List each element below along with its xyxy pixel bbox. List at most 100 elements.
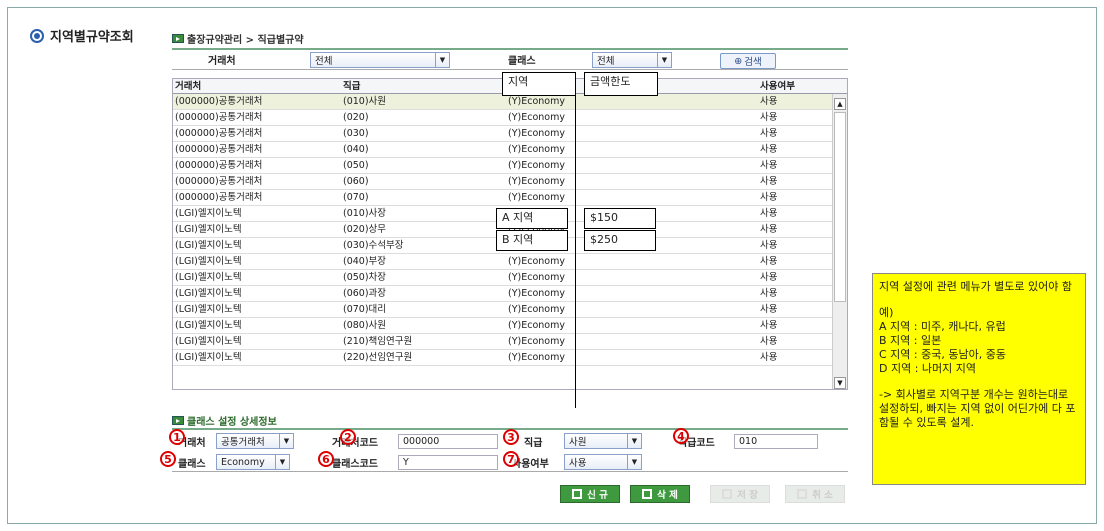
column-header-client[interactable]: 거래처	[173, 79, 341, 94]
marker-4: 4	[673, 428, 689, 444]
cell-limit	[674, 270, 758, 285]
table-row[interactable]: (000000)공통거래처 (010)사원 (Y)Economy 사용	[173, 94, 847, 110]
detail-client-select[interactable]: 공통거래처 ▼	[216, 433, 294, 449]
table-row[interactable]: (000000)공통거래처 (050) (Y)Economy 사용	[173, 158, 847, 174]
delete-button[interactable]: 삭 제	[630, 485, 690, 503]
table-row[interactable]: (000000)공통거래처 (070) (Y)Economy 사용	[173, 190, 847, 206]
table-row[interactable]: (LGI)엘지이노텍 (210)책임연구원 (Y)Economy 사용	[173, 334, 847, 350]
cell-rank: (020)상무	[343, 224, 387, 235]
detail-class-value: Economy	[221, 456, 265, 468]
new-button[interactable]: 신 규	[560, 485, 620, 503]
cell-class: (Y)Economy	[508, 192, 565, 203]
filter-client-select[interactable]: 전체 ▼	[310, 51, 450, 68]
cell-limit	[674, 238, 758, 253]
cancel-button[interactable]: 취 소	[785, 485, 845, 503]
cell-class: (Y)Economy	[508, 128, 565, 139]
marker-7: 7	[503, 451, 519, 467]
cell-client: (LGI)엘지이노텍	[175, 320, 242, 331]
cell-rank: (070)	[343, 192, 369, 203]
detail-class-code-input[interactable]: Y	[398, 454, 498, 470]
chevron-down-icon: ▼	[627, 455, 641, 469]
delete-button-label: 삭 제	[657, 490, 678, 501]
detail-class-label: 클래스	[178, 458, 206, 470]
cell-use: 사용	[760, 320, 778, 331]
square-icon	[722, 489, 733, 499]
table-row[interactable]: (000000)공통거래처 (020) (Y)Economy 사용	[173, 110, 847, 126]
cell-client: (000000)공통거래처	[175, 160, 263, 171]
cell-client: (000000)공통거래처	[175, 192, 263, 203]
detail-title-text: 클래스 설정 상세정보	[187, 417, 277, 428]
filter-client-value: 전체	[315, 55, 333, 67]
chevron-down-icon: ▼	[275, 455, 289, 469]
table-row[interactable]: (LGI)엘지이노텍 (080)사원 (Y)Economy 사용	[173, 318, 847, 334]
marker-3: 3	[503, 429, 519, 445]
table-row[interactable]: (000000)공통거래처 (060) (Y)Economy 사용	[173, 174, 847, 190]
cell-use: 사용	[760, 208, 778, 219]
table-row[interactable]: (LGI)엘지이노텍 (220)선임연구원 (Y)Economy 사용	[173, 350, 847, 366]
scroll-thumb[interactable]	[834, 112, 846, 302]
cell-rank: (040)부장	[343, 256, 387, 267]
table-row[interactable]: (LGI)엘지이노텍 (040)부장 (Y)Economy 사용	[173, 254, 847, 270]
cell-limit	[674, 190, 758, 205]
column-header-limit[interactable]	[674, 79, 758, 94]
filter-class-label: 클래스	[508, 56, 536, 67]
cell-use: 사용	[760, 272, 778, 283]
search-icon: ⊕	[734, 55, 743, 67]
detail-rank-label: 직급	[524, 437, 543, 449]
overlay-region-b: B 지역	[496, 230, 568, 251]
column-header-rank[interactable]: 직급	[341, 79, 506, 94]
table-row[interactable]: (LGI)엘지이노텍 (070)대리 (Y)Economy 사용	[173, 302, 847, 318]
cell-limit	[674, 350, 758, 365]
cell-client: (LGI)엘지이노텍	[175, 208, 242, 219]
detail-use-select[interactable]: 사용 ▼	[564, 454, 642, 470]
table-row[interactable]: (LGI)엘지이노텍 (060)과장 (Y)Economy 사용	[173, 286, 847, 302]
vertical-scrollbar[interactable]: ▲ ▼	[832, 94, 847, 389]
table-row[interactable]: (000000)공통거래처 (030) (Y)Economy 사용	[173, 126, 847, 142]
scroll-down-icon[interactable]: ▼	[834, 377, 846, 389]
cell-client: (000000)공통거래처	[175, 128, 263, 139]
cell-limit	[674, 254, 758, 269]
search-button[interactable]: ⊕ 검색	[720, 53, 776, 69]
cell-limit	[674, 174, 758, 189]
note-line-1: 지역 설정에 관련 메뉴가 별도로 있어야 함	[879, 280, 1073, 293]
table-row[interactable]: (000000)공통거래처 (040) (Y)Economy 사용	[173, 142, 847, 158]
note-line-5: C 지역 : 중국, 동남아, 중동	[879, 348, 1006, 361]
new-button-label: 신 규	[587, 490, 608, 501]
overlay-region-a: A 지역	[496, 208, 568, 229]
search-button-label: 검색	[744, 57, 762, 68]
cell-use: 사용	[760, 192, 778, 203]
detail-client-code-input[interactable]: 000000	[398, 433, 498, 449]
cell-use: 사용	[760, 176, 778, 187]
filter-class-select[interactable]: 전체 ▼	[592, 51, 672, 68]
chevron-down-icon: ▼	[435, 52, 449, 67]
page-title[interactable]: 지역별규약조회	[30, 26, 134, 45]
overlay-limit-b: $250	[584, 230, 656, 251]
note-line-3: A 지역 : 미주, 캐나다, 유럽	[879, 320, 1006, 333]
detail-rank-select[interactable]: 사원 ▼	[564, 433, 642, 449]
cell-class: (Y)Economy	[508, 304, 565, 315]
column-header-use[interactable]: 사용여부	[758, 79, 833, 94]
radio-selected-icon	[30, 28, 44, 43]
cell-use: 사용	[760, 224, 778, 235]
detail-rank-code-input[interactable]: 010	[734, 433, 818, 449]
breadcrumb: 출장규약관리 > 직급별규약	[172, 31, 304, 46]
cell-use: 사용	[760, 144, 778, 155]
annotation-divider-line	[575, 76, 576, 408]
overlay-region-header: 지역	[502, 72, 576, 96]
save-button[interactable]: 저 장	[710, 485, 770, 503]
cell-class: (Y)Economy	[508, 272, 565, 283]
marker-1: 1	[169, 429, 185, 445]
cell-limit	[674, 286, 758, 301]
scroll-up-icon[interactable]: ▲	[834, 98, 846, 110]
cell-limit	[674, 126, 758, 141]
cell-class: (Y)Economy	[508, 176, 565, 187]
cell-rank: (080)사원	[343, 320, 387, 331]
page-title-label: 지역별규약조회	[50, 30, 134, 45]
table-row[interactable]: (LGI)엘지이노텍 (050)차장 (Y)Economy 사용	[173, 270, 847, 286]
cell-class: (Y)Economy	[508, 144, 565, 155]
cell-limit	[674, 94, 758, 109]
chevron-down-icon: ▼	[657, 52, 671, 67]
cell-limit	[674, 334, 758, 349]
filter-class-value: 전체	[597, 55, 615, 67]
detail-class-select[interactable]: Economy ▼	[216, 454, 290, 470]
